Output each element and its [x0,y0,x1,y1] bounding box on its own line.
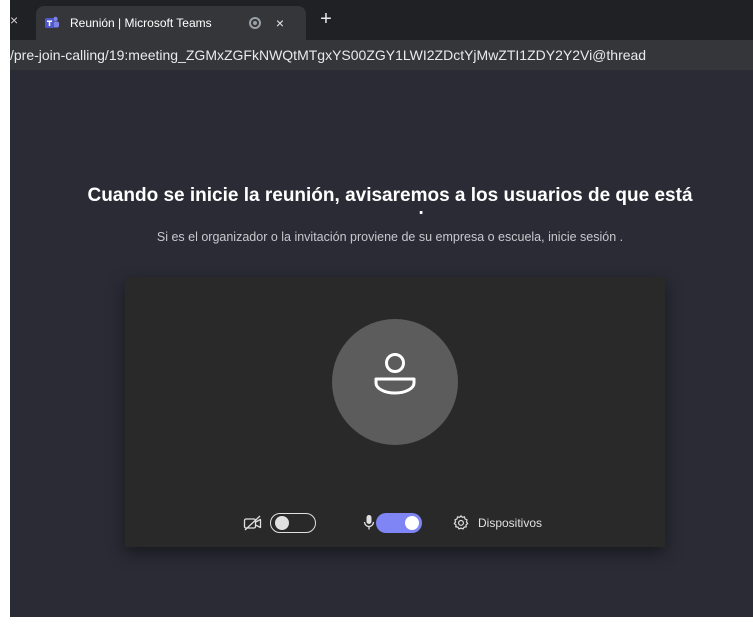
microphone-toggle[interactable] [376,513,422,533]
microphone-icon [362,513,376,538]
previous-tab-close-icon[interactable]: × [10,12,20,28]
devices-gear-icon[interactable] [452,514,470,537]
teams-logo-icon [44,15,60,31]
devices-button-label[interactable]: Dispositivos [478,515,542,531]
waiting-heading: Cuando se inicie la reunión, avisaremos … [87,185,693,214]
tab-title: Reunión | Microsoft Teams [70,16,212,30]
url-text[interactable]: /pre-join-calling/19:meeting_ZGMxZGFkNWQ… [10,47,646,63]
device-controls: Dispositivos [125,509,665,537]
tab-close-icon[interactable]: × [272,14,288,32]
recording-indicator-icon [249,17,261,29]
avatar [332,319,458,445]
new-tab-button[interactable]: + [316,8,336,30]
tab-strip: × Reunión | Microsoft Teams × + [10,0,753,40]
address-bar[interactable]: /pre-join-calling/19:meeting_ZGMxZGFkNWQ… [10,40,753,70]
heading-container: Cuando se inicie la reunión, avisaremos … [50,184,730,214]
browser-window: × Reunión | Microsoft Teams × + /pre-joi… [10,0,753,617]
tab-teams-meeting[interactable]: Reunión | Microsoft Teams × [36,6,306,40]
video-preview-panel: Dispositivos [125,277,665,547]
person-icon [374,353,416,395]
camera-toggle[interactable] [270,513,316,533]
camera-toggle-knob [275,516,289,530]
microphone-toggle-knob [405,516,419,530]
sign-in-hint: Si es el organizador o la invitación pro… [156,230,624,244]
camera-off-icon [243,514,263,537]
